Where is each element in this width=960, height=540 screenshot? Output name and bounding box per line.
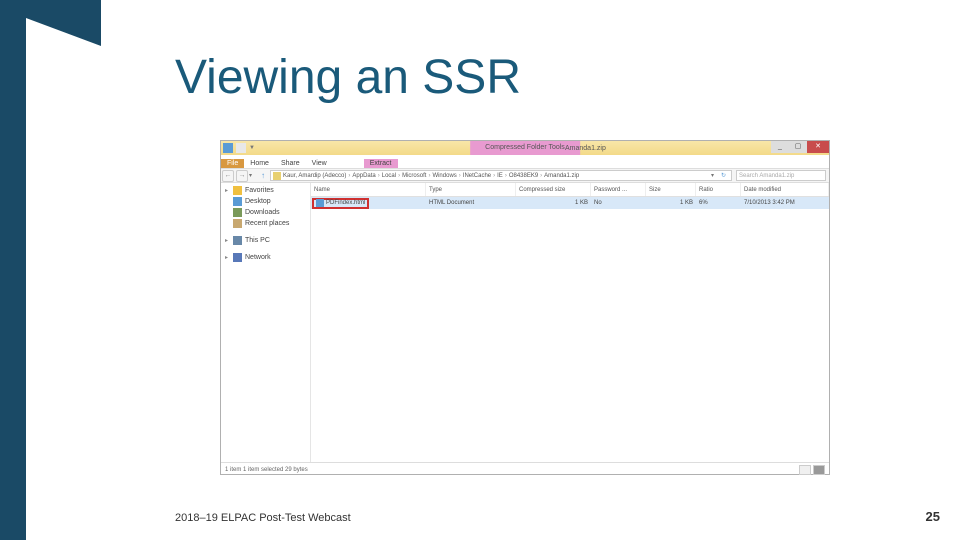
explorer-window: ▼ Compressed Folder Tools Amanda1.zip _ …: [220, 140, 830, 475]
sidebar-thispc[interactable]: ▸This PC: [223, 235, 308, 246]
slide-footer: 2018–19 ELPAC Post-Test Webcast: [175, 512, 351, 524]
maximize-button[interactable]: ▢: [789, 141, 807, 153]
file-list: Name Type Compressed size Password ... S…: [311, 183, 829, 462]
sidebar-desktop[interactable]: Desktop: [223, 196, 308, 207]
sidebar-recent[interactable]: Recent places: [223, 218, 308, 229]
status-text: 1 item 1 item selected 29 bytes: [225, 467, 308, 473]
qat-icon[interactable]: [236, 143, 246, 153]
column-headers: Name Type Compressed size Password ... S…: [311, 183, 829, 197]
slide-side-bar: [0, 0, 26, 540]
breadcrumb-segment[interactable]: AppData: [352, 173, 375, 179]
address-bar: ← → ▾ ↑ Kaur, Amardip (Adecco)› AppData›…: [221, 169, 829, 183]
breadcrumb-segment[interactable]: Amanda1.zip: [544, 173, 579, 179]
col-type[interactable]: Type: [426, 183, 516, 196]
tab-share[interactable]: Share: [275, 159, 306, 168]
title-bar[interactable]: ▼ Compressed Folder Tools Amanda1.zip _ …: [221, 141, 829, 155]
refresh-icon[interactable]: ↻: [721, 172, 726, 179]
sidebar-downloads[interactable]: Downloads: [223, 207, 308, 218]
sidebar-network[interactable]: ▸Network: [223, 252, 308, 263]
breadcrumb[interactable]: Kaur, Amardip (Adecco)› AppData› Local› …: [270, 170, 732, 181]
col-csize[interactable]: Compressed size: [516, 183, 591, 196]
tab-file[interactable]: File: [221, 159, 244, 168]
breadcrumb-segment[interactable]: Local: [382, 173, 396, 179]
view-icons-button[interactable]: [813, 465, 825, 475]
breadcrumb-segment[interactable]: IE: [497, 173, 503, 179]
file-row[interactable]: PDFindex.html HTML Document 1 KB No 1 KB…: [311, 197, 829, 209]
breadcrumb-segment[interactable]: Kaur, Amardip (Adecco): [283, 173, 346, 179]
close-button[interactable]: ✕: [807, 141, 829, 153]
window-title: Amanda1.zip: [565, 145, 606, 152]
file-date: 7/10/2013 3:42 PM: [741, 200, 829, 206]
file-csize: 1 KB: [516, 200, 591, 206]
sidebar-favorites[interactable]: ▸Favorites: [223, 185, 308, 196]
breadcrumb-segment[interactable]: INetCache: [463, 173, 491, 179]
status-bar: 1 item 1 item selected 29 bytes: [221, 462, 829, 476]
tab-extract[interactable]: Extract: [363, 158, 399, 168]
file-name: PDFindex.html: [326, 200, 365, 206]
col-size[interactable]: Size: [646, 183, 696, 196]
col-ratio[interactable]: Ratio: [696, 183, 741, 196]
highlight-annotation: PDFindex.html: [312, 198, 369, 209]
breadcrumb-segment[interactable]: Windows: [432, 173, 456, 179]
html-file-icon: [316, 199, 324, 207]
page-number: 25: [926, 509, 940, 524]
breadcrumb-dropdown-icon[interactable]: ▾: [711, 172, 714, 179]
tab-view[interactable]: View: [306, 159, 333, 168]
nav-pane: ▸Favorites Desktop Downloads Recent plac…: [221, 183, 311, 462]
slide-accent-triangle: [26, 18, 101, 46]
file-size: 1 KB: [646, 200, 696, 206]
qat-dropdown-icon[interactable]: ▼: [249, 145, 255, 151]
file-type: HTML Document: [426, 200, 516, 206]
ribbon-tabs: File Home Share View Extract: [221, 155, 829, 169]
slide-accent: [26, 0, 101, 18]
view-details-button[interactable]: [799, 465, 811, 475]
col-password[interactable]: Password ...: [591, 183, 646, 196]
breadcrumb-segment[interactable]: O8438EK9: [509, 173, 538, 179]
col-date[interactable]: Date modified: [741, 183, 829, 196]
app-icon: [223, 143, 233, 153]
file-ratio: 6%: [696, 200, 741, 206]
col-name[interactable]: Name: [311, 183, 426, 196]
back-button[interactable]: ←: [222, 170, 234, 182]
slide-title: Viewing an SSR: [175, 50, 521, 105]
file-password: No: [591, 200, 646, 206]
minimize-button[interactable]: _: [771, 141, 789, 153]
up-button[interactable]: ↑: [258, 171, 268, 180]
context-tab-label: Compressed Folder Tools: [470, 141, 580, 155]
folder-icon: [273, 172, 281, 180]
breadcrumb-segment[interactable]: Microsoft: [402, 173, 426, 179]
history-dropdown-icon[interactable]: ▾: [249, 172, 252, 179]
tab-home[interactable]: Home: [244, 159, 275, 168]
search-input[interactable]: Search Amanda1.zip: [736, 170, 826, 181]
forward-button[interactable]: →: [236, 170, 248, 182]
